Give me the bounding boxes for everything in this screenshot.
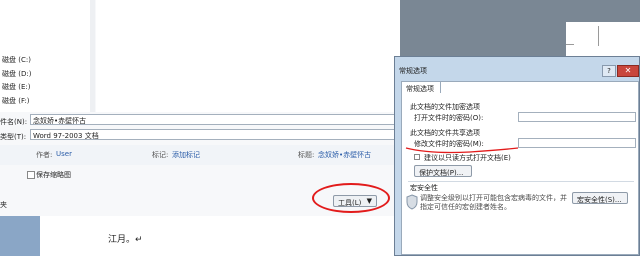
filename-value: 念奴娇•赤壁怀古 xyxy=(33,117,87,125)
author-label: 作者: xyxy=(36,151,53,159)
metadata-row: 作者: User 标记: 添加标记 标题: 念奴娇•赤壁怀古 xyxy=(0,145,400,165)
filetype-select[interactable]: Word 97-2003 文档 xyxy=(30,129,400,140)
drive-label: 磁盘 (D:) xyxy=(2,70,32,78)
filename-label: 件名(N): xyxy=(0,118,28,126)
tags-value[interactable]: 添加标记 xyxy=(172,150,200,160)
macro-security-group-title: 宏安全性 xyxy=(410,184,438,192)
filename-input[interactable]: 念奴娇•赤壁怀古 xyxy=(30,114,400,125)
drive-label: 磁盘 (F:) xyxy=(2,97,30,105)
sharing-group-title: 此文档的文件共享选项 xyxy=(410,129,480,137)
tags-label: 标记: xyxy=(152,151,169,159)
macro-security-button[interactable]: 宏安全性(S)... xyxy=(572,192,628,204)
tab-label: 常规选项 xyxy=(406,85,434,93)
macro-security-label: 宏安全性(S)... xyxy=(577,196,622,204)
background-window-corner xyxy=(566,44,574,45)
author-value[interactable]: User xyxy=(56,150,72,158)
open-password-input[interactable] xyxy=(518,112,636,122)
background-window xyxy=(566,22,640,56)
save-as-dialog: 磁盘 (C:) 磁盘 (D:) 磁盘 (E:) 磁盘 (F:) 件名(N): 念… xyxy=(0,0,400,216)
hide-folders-toggle[interactable]: 夹 xyxy=(0,200,7,210)
tab-general-options[interactable]: 常规选项 xyxy=(401,81,441,93)
filetype-value: Word 97-2003 文档 xyxy=(33,132,99,140)
save-thumbnail-checkbox[interactable] xyxy=(27,171,35,179)
background-window-line xyxy=(598,26,599,46)
document-body-text: 江月。↵ xyxy=(108,235,143,245)
shield-icon xyxy=(406,194,418,210)
dialog-content: 常规选项 此文档的文件加密选项 打开文件时的密码(O): 此文档的文件共享选项 … xyxy=(401,81,639,255)
annotation-circle xyxy=(312,183,390,213)
protect-document-button[interactable]: 保护文档(P)... xyxy=(414,165,472,177)
navigation-pane[interactable]: 磁盘 (C:) 磁盘 (D:) 磁盘 (E:) 磁盘 (F:) xyxy=(0,0,93,112)
save-thumbnail-label: 保存缩略图 xyxy=(36,171,71,179)
drive-e[interactable]: 磁盘 (E:) xyxy=(0,80,92,92)
drive-label: 磁盘 (C:) xyxy=(2,56,31,64)
macro-description-line2: 指定可信任的宏创建者姓名。 xyxy=(420,203,511,211)
filetype-label: 类型(T): xyxy=(0,133,27,141)
title-label: 标题: xyxy=(298,151,315,159)
help-button[interactable]: ? xyxy=(602,65,616,77)
navigation-scrollbar[interactable] xyxy=(90,0,95,112)
general-options-dialog: 常规选项 ? ✕ 常规选项 此文档的文件加密选项 打开文件时的密码(O): 此文… xyxy=(394,56,640,256)
drive-d[interactable]: 磁盘 (D:) xyxy=(0,67,92,79)
document-left-panel xyxy=(0,216,40,256)
annotation-underline xyxy=(405,147,519,154)
modify-password-input[interactable] xyxy=(518,138,636,148)
protect-document-label: 保护文档(P)... xyxy=(419,169,464,177)
dialog-title: 常规选项 xyxy=(399,67,427,75)
drive-f[interactable]: 磁盘 (F:) xyxy=(0,94,92,106)
open-encryption-group-title: 此文档的文件加密选项 xyxy=(410,103,480,111)
divider xyxy=(408,181,634,182)
open-password-label: 打开文件时的密码(O): xyxy=(414,114,484,122)
close-button[interactable]: ✕ xyxy=(617,65,639,77)
drive-label: 磁盘 (E:) xyxy=(2,83,31,91)
title-value[interactable]: 念奴娇•赤壁怀古 xyxy=(318,150,371,160)
file-list[interactable] xyxy=(96,0,400,112)
document-body[interactable] xyxy=(40,216,400,256)
drive-c[interactable]: 磁盘 (C:) xyxy=(0,53,92,65)
